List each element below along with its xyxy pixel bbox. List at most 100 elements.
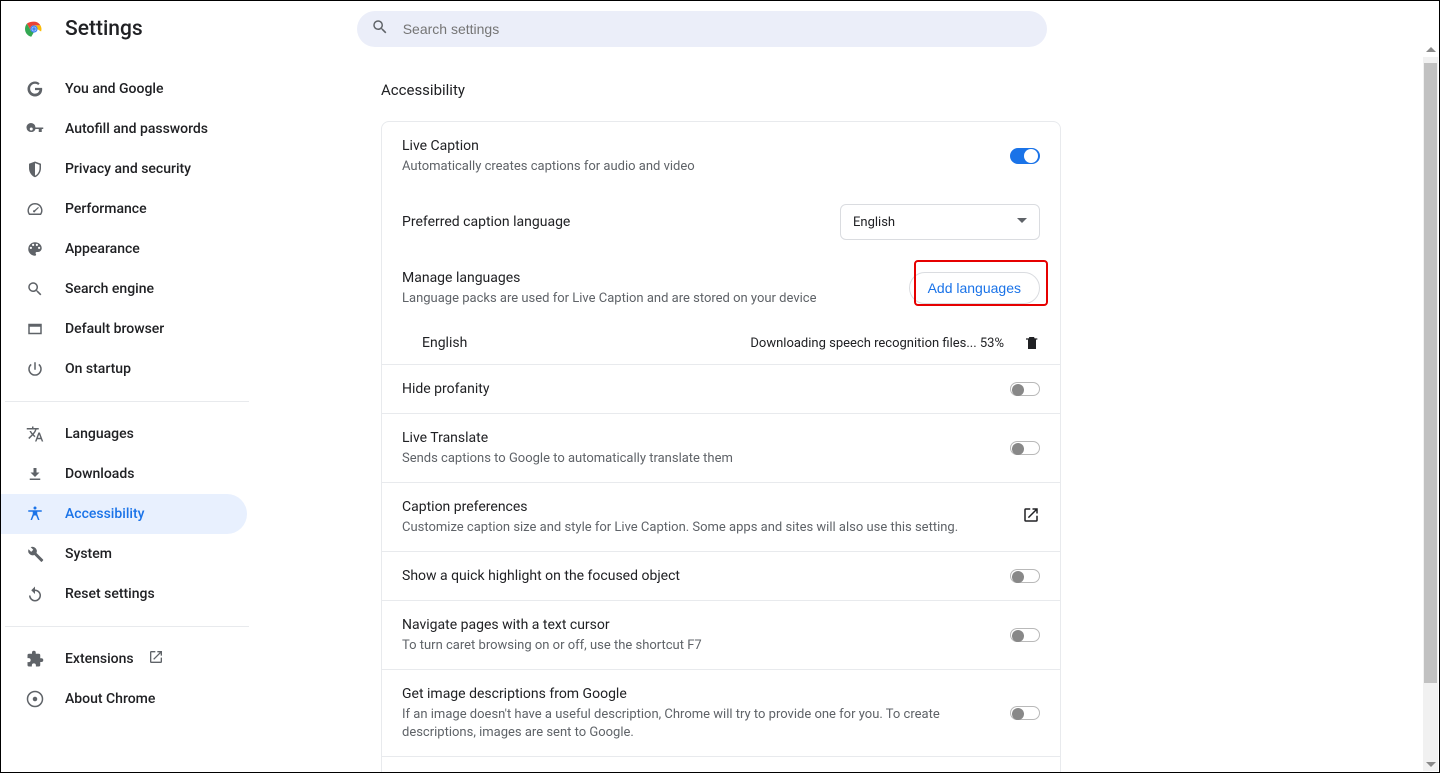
sidebar-item-label: Default browser [65,321,164,337]
sidebar-item-default-browser[interactable]: Default browser [1,309,247,349]
pref-lang-selected: English [853,215,895,230]
text-cursor-label: Navigate pages with a text cursor [402,615,1010,635]
search-settings-bar[interactable] [357,11,1047,47]
speedometer-icon [25,199,45,219]
download-icon [25,464,45,484]
sidebar-item-label: Downloads [65,466,134,482]
download-status: Downloading speech recognition files... … [750,336,1004,351]
chrome-logo-icon [23,18,45,40]
chrome-icon [25,689,45,709]
sidebar-item-label: Accessibility [65,506,144,522]
hide-profanity-toggle[interactable] [1010,382,1040,396]
scrollbar[interactable] [1423,57,1438,771]
sidebar-item-extensions[interactable]: Extensions [1,639,247,679]
language-name: English [422,335,467,351]
sidebar-item-autofill[interactable]: Autofill and passwords [1,109,247,149]
row-live-translate: Live Translate Sends captions to Google … [382,414,1060,483]
sidebar-item-performance[interactable]: Performance [1,189,247,229]
divider [5,626,249,627]
sidebar-item-label: About Chrome [65,691,155,707]
sidebar-item-system[interactable]: System [1,534,247,574]
shield-icon [25,159,45,179]
row-caption-preferences[interactable]: Caption preferences Customize caption si… [382,483,1060,552]
accessibility-icon [25,504,45,524]
sidebar-item-you-and-google[interactable]: You and Google [1,69,247,109]
external-link-icon [1022,506,1040,528]
reset-icon [25,584,45,604]
divider [5,401,249,402]
row-hide-profanity: Hide profanity [382,365,1060,414]
image-desc-label: Get image descriptions from Google [402,684,1010,704]
sidebar-item-label: On startup [65,361,131,377]
search-icon [371,18,403,40]
row-manage-languages: Manage languages Language packs are used… [382,254,1060,322]
image-desc-desc: If an image doesn't have a useful descri… [402,706,1010,742]
pref-lang-select[interactable]: English [840,204,1040,240]
language-row-english: English Downloading speech recognition f… [382,322,1060,365]
sidebar-item-label: You and Google [65,81,163,97]
wrench-icon [25,544,45,564]
key-icon [25,119,45,139]
swipe-label: Swipe between pages [402,771,1010,772]
sidebar-item-search-engine[interactable]: Search engine [1,269,247,309]
sidebar-item-label: Extensions [65,651,134,667]
row-swipe-pages: Swipe between pages Navigate back and fo… [382,757,1060,772]
sidebar-item-on-startup[interactable]: On startup [1,349,247,389]
caption-prefs-label: Caption preferences [402,497,1022,517]
sidebar: You and Google Autofill and passwords Pr… [1,57,253,772]
dropdown-arrow-icon [1017,215,1027,230]
live-caption-label: Live Caption [402,136,1010,156]
image-desc-toggle[interactable] [1010,706,1040,720]
live-caption-toggle[interactable] [1010,148,1040,164]
row-focus-highlight: Show a quick highlight on the focused ob… [382,552,1060,601]
focus-highlight-label: Show a quick highlight on the focused ob… [402,566,1010,586]
accessibility-card: Live Caption Automatically creates capti… [381,121,1061,772]
app-title: Settings [65,17,143,41]
extension-icon [25,649,45,669]
sidebar-item-downloads[interactable]: Downloads [1,454,247,494]
caption-prefs-desc: Customize caption size and style for Liv… [402,519,1022,537]
focus-highlight-toggle[interactable] [1010,569,1040,583]
live-translate-desc: Sends captions to Google to automaticall… [402,450,1010,468]
palette-icon [25,239,45,259]
page-heading: Accessibility [381,81,1061,99]
row-live-caption: Live Caption Automatically creates capti… [382,122,1060,190]
sidebar-item-label: Appearance [65,241,140,257]
sidebar-item-label: Languages [65,426,134,442]
sidebar-item-accessibility[interactable]: Accessibility [1,494,247,534]
power-icon [25,359,45,379]
row-preferred-caption-language: Preferred caption language English [382,190,1060,254]
sidebar-item-about-chrome[interactable]: About Chrome [1,679,247,719]
scroll-down-icon[interactable] [1423,756,1438,771]
row-text-cursor: Navigate pages with a text cursor To tur… [382,601,1060,670]
translate-icon [25,424,45,444]
sidebar-item-languages[interactable]: Languages [1,414,247,454]
manage-lang-desc: Language packs are used for Live Caption… [402,290,909,308]
scroll-up-icon[interactable] [1423,42,1438,57]
manage-lang-label: Manage languages [402,268,909,288]
sidebar-item-label: Privacy and security [65,161,191,177]
external-link-icon [148,649,164,669]
browser-icon [25,319,45,339]
add-languages-button[interactable]: Add languages [909,272,1040,304]
text-cursor-desc: To turn caret browsing on or off, use th… [402,637,1010,655]
sidebar-item-label: Autofill and passwords [65,121,208,137]
live-translate-toggle[interactable] [1010,441,1040,455]
row-image-descriptions: Get image descriptions from Google If an… [382,670,1060,757]
search-input[interactable] [403,21,1033,37]
sidebar-item-label: Reset settings [65,586,155,602]
live-caption-desc: Automatically creates captions for audio… [402,158,1010,176]
delete-language-button[interactable] [1024,334,1040,352]
sidebar-item-privacy[interactable]: Privacy and security [1,149,247,189]
sidebar-item-label: System [65,546,112,562]
pref-lang-label: Preferred caption language [402,212,840,232]
sidebar-item-label: Performance [65,201,147,217]
sidebar-item-appearance[interactable]: Appearance [1,229,247,269]
search-icon [25,279,45,299]
scrollbar-thumb[interactable] [1424,63,1437,683]
live-translate-label: Live Translate [402,428,1010,448]
hide-profanity-label: Hide profanity [402,379,1010,399]
google-g-icon [25,79,45,99]
sidebar-item-reset[interactable]: Reset settings [1,574,247,614]
text-cursor-toggle[interactable] [1010,628,1040,642]
